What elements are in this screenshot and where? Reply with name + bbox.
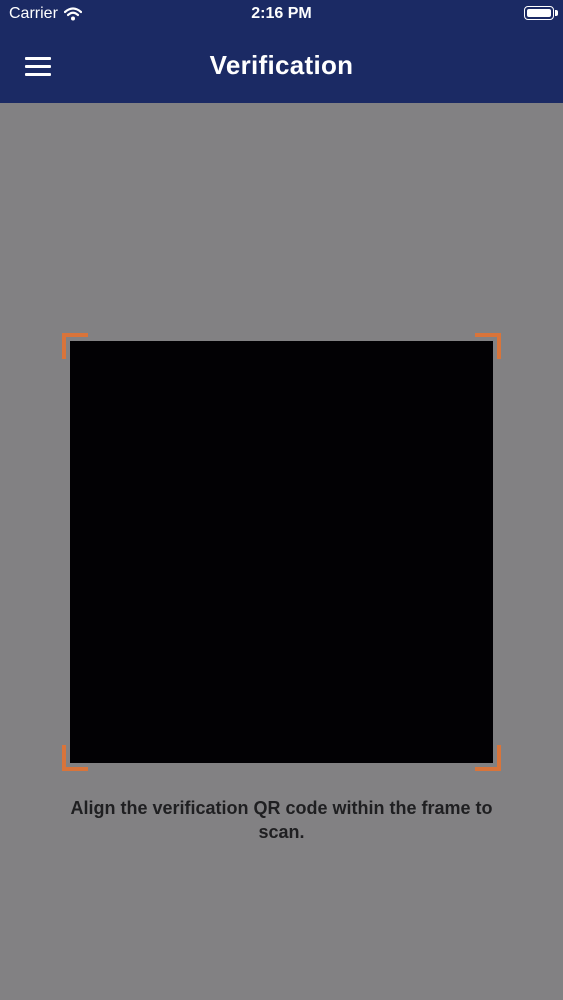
battery-level <box>527 9 551 17</box>
scan-frame-corner-bottom-right <box>475 745 501 771</box>
qr-camera-preview <box>70 341 493 763</box>
battery-tip <box>555 10 558 16</box>
scan-frame-corner-bottom-left <box>62 745 88 771</box>
scan-instruction: Align the verification QR code within th… <box>70 798 493 842</box>
status-time: 2:16 PM <box>251 5 312 22</box>
top-bar: Carrier 2:16 PM Verification <box>0 0 563 103</box>
navigation-bar: Verification <box>0 36 563 96</box>
page-title: Verification <box>209 50 354 80</box>
status-bar: Carrier 2:16 PM <box>0 0 563 30</box>
scan-frame-corner-top-left <box>62 333 88 359</box>
scan-frame-corner-top-right <box>475 333 501 359</box>
battery-icon <box>524 6 554 20</box>
